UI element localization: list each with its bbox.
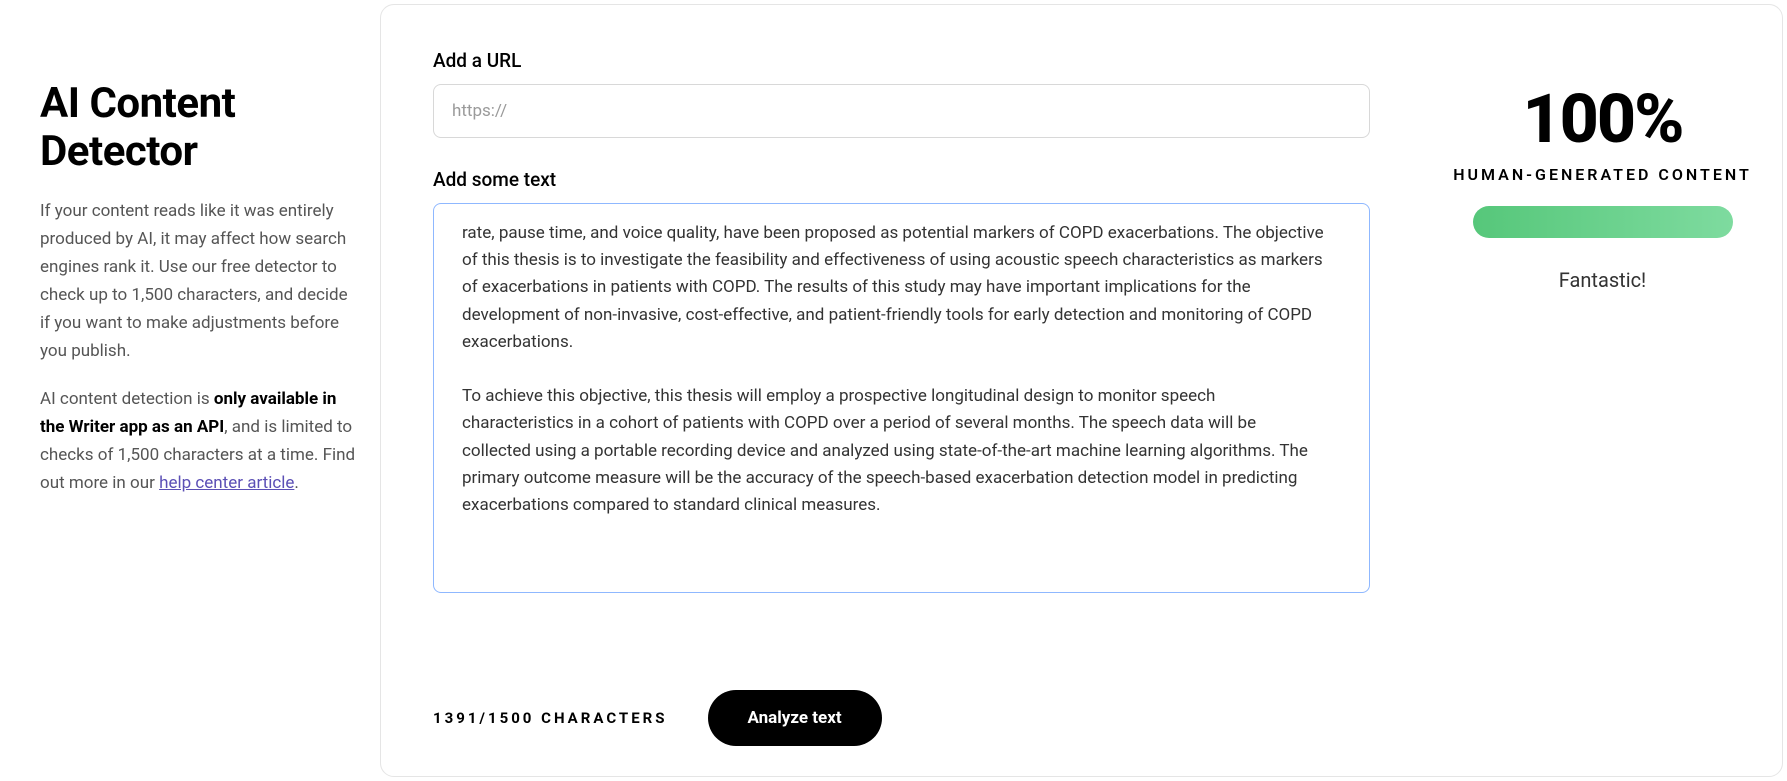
result-status: Fantastic! xyxy=(1453,268,1752,292)
text-label: Add some text xyxy=(433,168,1370,191)
app-container: AI Content Detector If your content read… xyxy=(0,0,1787,781)
analyze-button[interactable]: Analyze text xyxy=(708,690,882,746)
page-title: AI Content Detector xyxy=(40,80,360,177)
character-counter: 1391/1500 CHARACTERS xyxy=(433,709,668,727)
main-card: Add a URL Add some text 1391/1500 CHARAC… xyxy=(380,4,1783,777)
text-input[interactable] xyxy=(433,203,1370,593)
result-panel: 100% HUMAN-GENERATED CONTENT Fantastic! xyxy=(1422,5,1782,776)
info-panel: AI Content Detector If your content read… xyxy=(0,0,380,781)
url-input[interactable] xyxy=(433,84,1370,138)
api-text-pre: AI content detection is xyxy=(40,389,214,409)
api-paragraph: AI content detection is only available i… xyxy=(40,385,360,497)
intro-paragraph: If your content reads like it was entire… xyxy=(40,197,360,365)
action-row: 1391/1500 CHARACTERS Analyze text xyxy=(433,690,1370,746)
result-subtitle: HUMAN-GENERATED CONTENT xyxy=(1453,165,1752,184)
progress-bar xyxy=(1473,206,1733,238)
help-center-link[interactable]: help center article xyxy=(159,473,294,493)
input-panel: Add a URL Add some text 1391/1500 CHARAC… xyxy=(381,5,1422,776)
textarea-wrapper xyxy=(433,203,1370,660)
result-percentage: 100% xyxy=(1453,85,1752,153)
api-text-post: . xyxy=(294,473,298,493)
url-label: Add a URL xyxy=(433,49,1370,72)
